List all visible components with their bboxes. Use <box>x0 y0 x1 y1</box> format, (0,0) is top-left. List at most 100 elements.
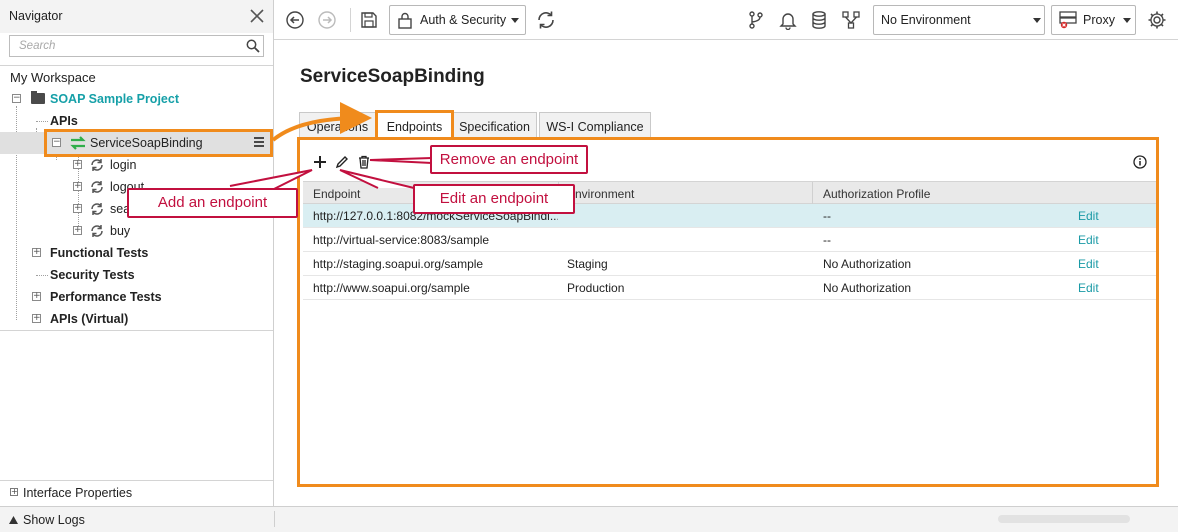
info-icon[interactable] <box>1133 155 1147 169</box>
section-label: Functional Tests <box>50 246 149 260</box>
tree-item-performance-tests[interactable]: + Performance Tests <box>0 286 273 308</box>
interface-properties-bar[interactable]: + Interface Properties <box>0 480 273 506</box>
operation-icon <box>91 181 103 193</box>
expand-icon[interactable]: + <box>73 204 82 213</box>
expand-icon[interactable]: + <box>73 226 82 235</box>
environment-cell: Production <box>567 281 625 295</box>
divider <box>0 65 273 66</box>
environment-dropdown[interactable]: No Environment <box>873 5 1045 35</box>
expand-icon[interactable]: + <box>32 314 41 323</box>
interface-properties-label: Interface Properties <box>23 486 133 500</box>
scrollbar[interactable] <box>998 515 1130 523</box>
auth-cell: No Authorization <box>823 257 912 271</box>
expand-icon[interactable]: + <box>73 182 82 191</box>
tree-item-project[interactable]: − SOAP Sample Project <box>0 88 273 110</box>
tree-item-functional-tests[interactable]: + Functional Tests <box>0 242 273 264</box>
column-header-auth: Authorization Profile <box>823 187 931 201</box>
toolbar: Auth & Security No Environment Proxy <box>274 0 1178 40</box>
close-icon[interactable] <box>249 8 265 24</box>
operation-label: login <box>110 158 137 172</box>
endpoint-cell: http://staging.soapui.org/sample <box>313 257 484 271</box>
chevron-down-icon <box>511 18 519 23</box>
navigator-header: Navigator <box>0 0 273 33</box>
auth-cell: -- <box>823 209 831 223</box>
auth-cell: No Authorization <box>823 281 912 295</box>
section-label: APIs (Virtual) <box>50 312 129 326</box>
page-title: ServiceSoapBinding <box>300 66 485 87</box>
tab-operations[interactable]: Operations <box>299 112 376 138</box>
project-label: SOAP Sample Project <box>50 92 179 106</box>
tab-label: Specification <box>459 120 530 134</box>
apis-label: APIs <box>50 114 78 128</box>
proxy-server-icon <box>1059 11 1077 29</box>
callout-remove-endpoint: Remove an endpoint <box>430 145 588 174</box>
tree-item-operation[interactable]: + buy <box>0 220 273 242</box>
gear-icon[interactable] <box>1147 10 1167 30</box>
callout-text: Edit an endpoint <box>439 190 549 207</box>
tree-item-apis-virtual[interactable]: + APIs (Virtual) <box>0 308 273 330</box>
binding-highlight <box>44 129 273 157</box>
tab-label: Endpoints <box>386 120 443 134</box>
pencil-icon[interactable] <box>335 155 349 169</box>
table-row[interactable]: http://staging.soapui.org/sample Staging… <box>303 252 1156 276</box>
operation-icon <box>91 225 103 237</box>
chevron-down-icon <box>1123 18 1131 23</box>
tab-specification[interactable]: Specification <box>452 112 537 138</box>
callout-text: Remove an endpoint <box>439 151 579 168</box>
back-icon[interactable] <box>285 10 305 30</box>
tree-item-operation[interactable]: + login <box>0 154 273 176</box>
operation-label: buy <box>110 224 131 238</box>
tab-endpoints[interactable]: Endpoints <box>375 110 454 139</box>
edit-link[interactable]: Edit <box>1078 281 1099 295</box>
expand-icon[interactable]: + <box>10 488 18 496</box>
callout-edit-endpoint: Edit an endpoint <box>413 184 575 214</box>
column-header-environment: Environment <box>567 187 635 201</box>
bell-icon[interactable] <box>778 10 798 30</box>
git-branch-icon[interactable] <box>746 10 766 30</box>
save-icon[interactable] <box>359 10 379 30</box>
auth-cell: -- <box>823 233 831 247</box>
refresh-icon[interactable] <box>536 10 556 30</box>
operation-icon <box>91 203 103 215</box>
environment-cell: Staging <box>567 257 608 271</box>
section-label: Performance Tests <box>50 290 162 304</box>
workspace-label: My Workspace <box>10 70 96 85</box>
navigator-title: Navigator <box>9 9 63 23</box>
expand-icon[interactable]: + <box>32 292 41 301</box>
tab-ws-i-compliance[interactable]: WS-I Compliance <box>539 112 651 138</box>
operation-icon <box>91 159 103 171</box>
collapse-icon[interactable]: − <box>12 94 21 103</box>
environment-value: No Environment <box>881 13 971 27</box>
search-placeholder: Search <box>19 40 56 52</box>
table-row[interactable]: http://www.soapui.org/sample Production … <box>303 276 1156 300</box>
column-divider <box>812 182 813 204</box>
proxy-dropdown[interactable]: Proxy <box>1051 5 1136 35</box>
tab-label: Operations <box>306 120 369 134</box>
triangle-up-icon[interactable] <box>9 516 18 524</box>
search-icon[interactable] <box>246 39 260 53</box>
divider <box>350 8 351 32</box>
search-input[interactable]: Search <box>9 35 264 57</box>
main-panel: ServiceSoapBinding Operations Specificat… <box>274 41 1178 506</box>
expand-icon[interactable]: + <box>73 160 82 169</box>
edit-link[interactable]: Edit <box>1078 233 1099 247</box>
expand-icon[interactable]: + <box>32 248 41 257</box>
show-logs-button[interactable]: Show Logs <box>23 513 85 527</box>
trash-icon[interactable] <box>357 155 371 169</box>
callout-add-endpoint: Add an endpoint <box>127 188 298 218</box>
folder-icon <box>31 91 45 104</box>
callout-text: Add an endpoint <box>157 194 268 211</box>
edit-link[interactable]: Edit <box>1078 209 1099 223</box>
auth-security-dropdown[interactable]: Auth & Security <box>389 5 526 35</box>
table-row[interactable]: http://virtual-service:8083/sample -- Ed… <box>303 228 1156 252</box>
tree-guide <box>36 275 48 276</box>
tree-guide <box>36 121 48 122</box>
network-icon[interactable] <box>841 10 861 30</box>
edit-link[interactable]: Edit <box>1078 257 1099 271</box>
database-icon[interactable] <box>809 10 829 30</box>
add-icon[interactable] <box>313 155 327 169</box>
tree-item-security-tests[interactable]: Security Tests <box>0 264 273 286</box>
lock-icon <box>398 12 412 29</box>
forward-icon[interactable] <box>317 10 337 30</box>
proxy-label: Proxy <box>1083 13 1115 27</box>
